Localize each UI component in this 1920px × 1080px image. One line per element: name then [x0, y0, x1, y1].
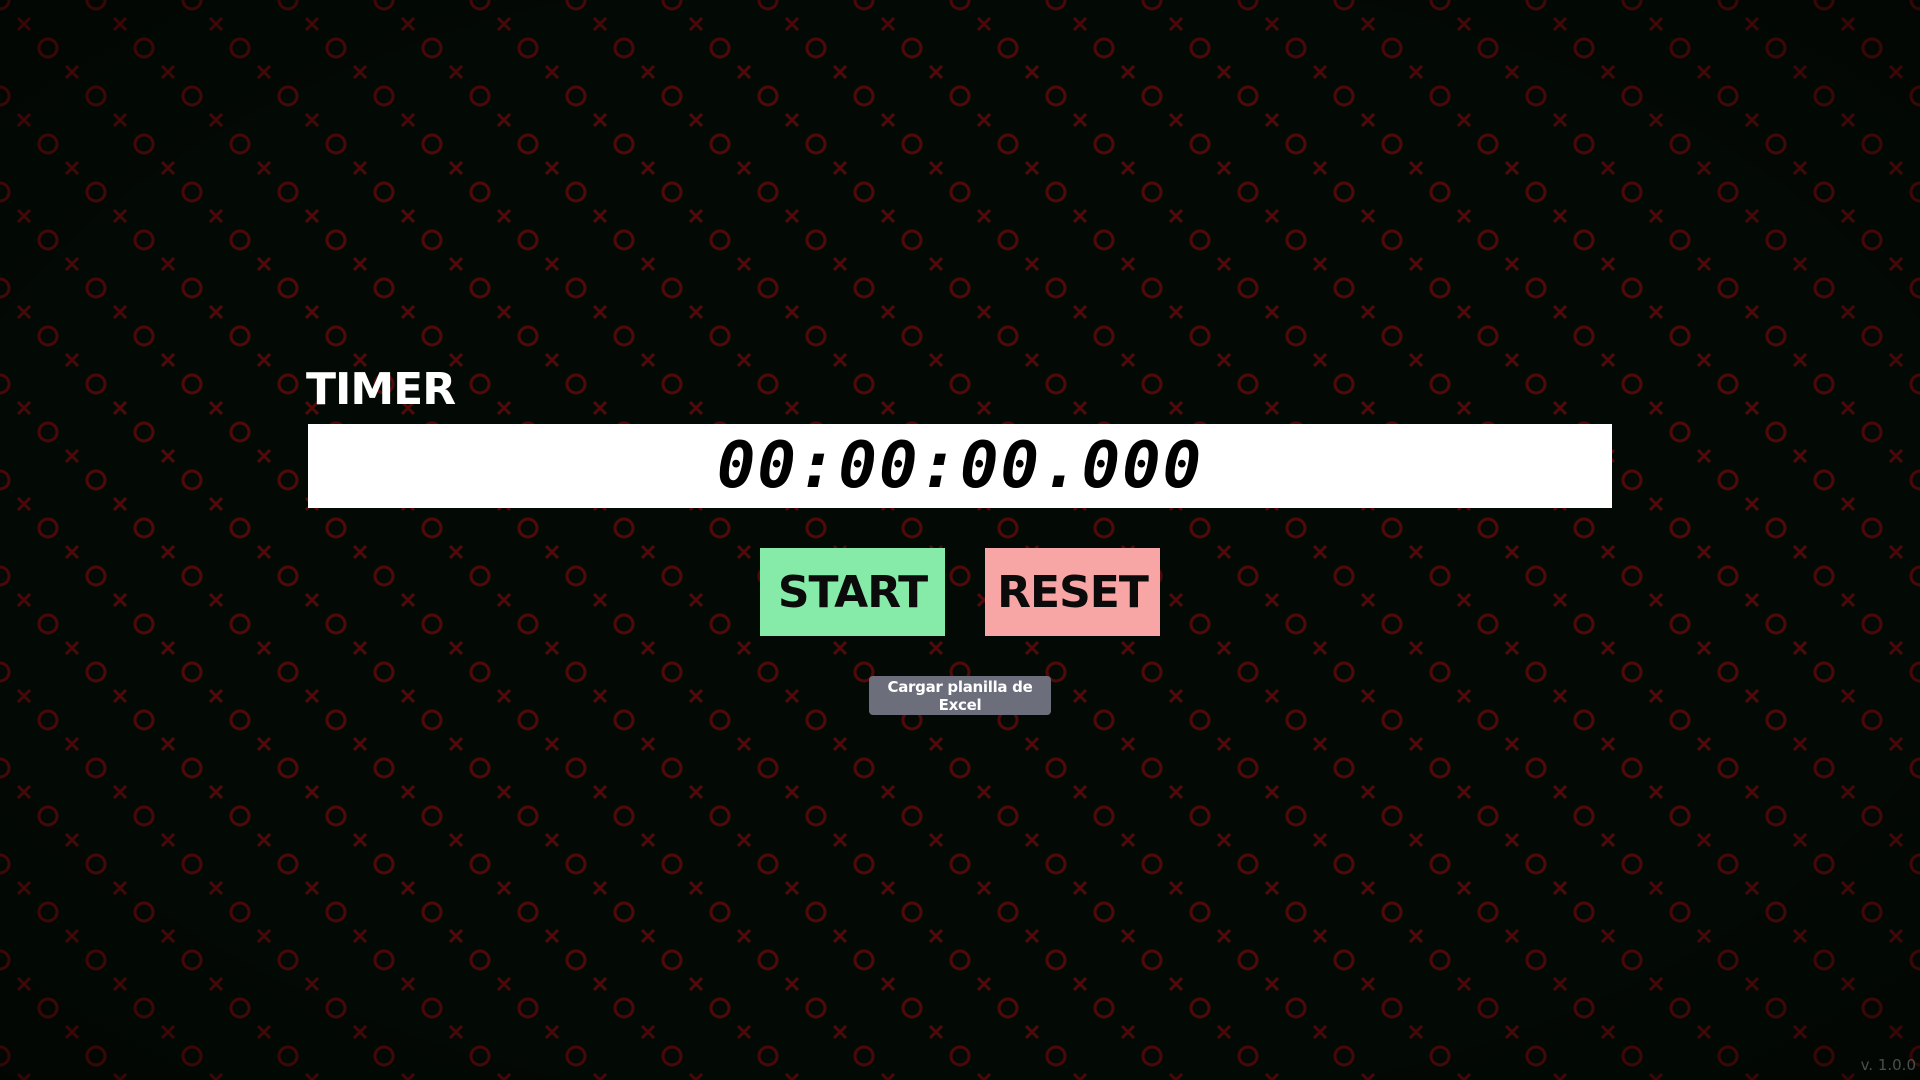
version-label: v. 1.0.0	[1860, 1056, 1916, 1074]
reset-button[interactable]: RESET	[985, 548, 1160, 636]
start-button[interactable]: START	[760, 548, 945, 636]
timer-value: 00:00:00.000	[716, 429, 1204, 503]
timer-title: TIMER	[306, 364, 456, 415]
timer-display: 00:00:00.000	[308, 424, 1612, 508]
load-excel-button[interactable]: Cargar planilla de Excel	[869, 676, 1051, 715]
background-pattern	[0, 0, 1920, 1080]
